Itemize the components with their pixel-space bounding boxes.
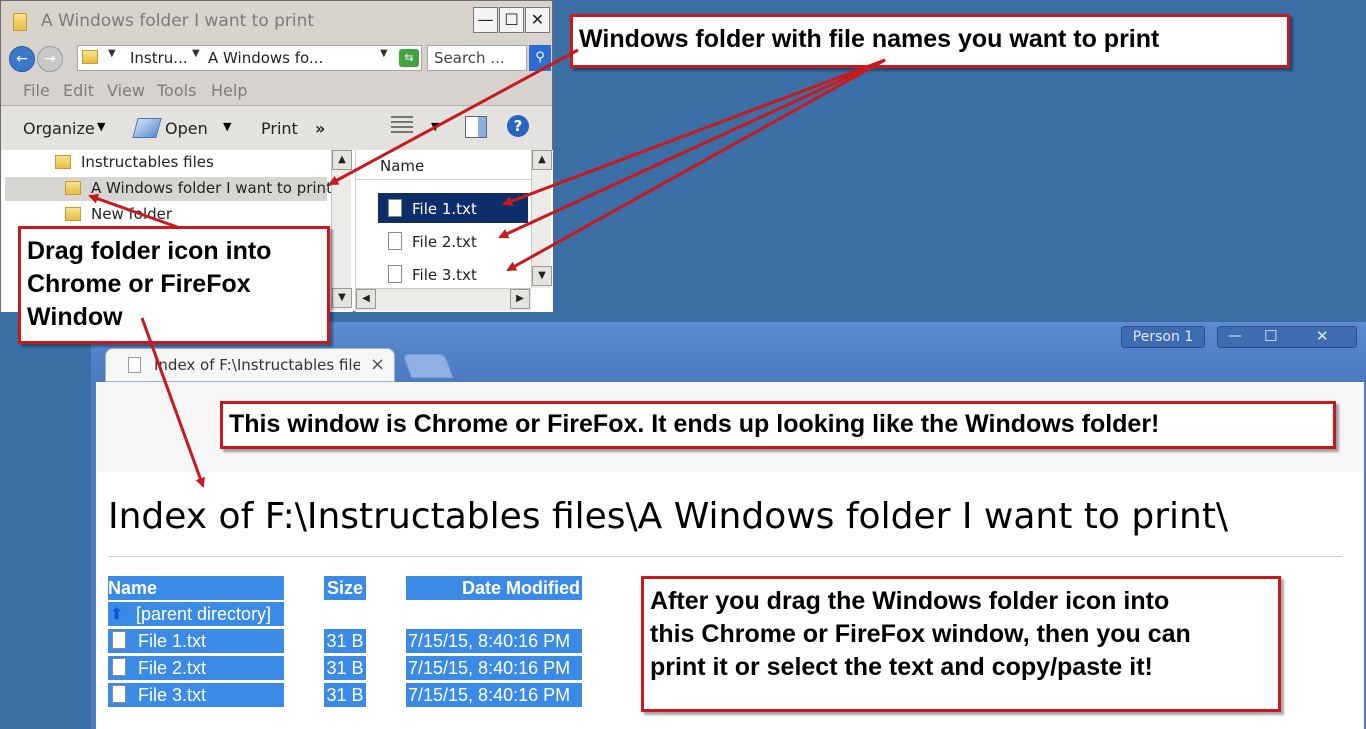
arrow-to-browser	[140, 317, 205, 488]
annotation-arrows	[88, 48, 886, 488]
arrow-to-file-3	[506, 58, 886, 272]
arrow-to-file-1	[502, 58, 886, 206]
arrow-to-tree-folder	[88, 193, 181, 230]
arrow-to-file-2	[498, 58, 886, 239]
arrow-to-folder	[328, 48, 579, 186]
